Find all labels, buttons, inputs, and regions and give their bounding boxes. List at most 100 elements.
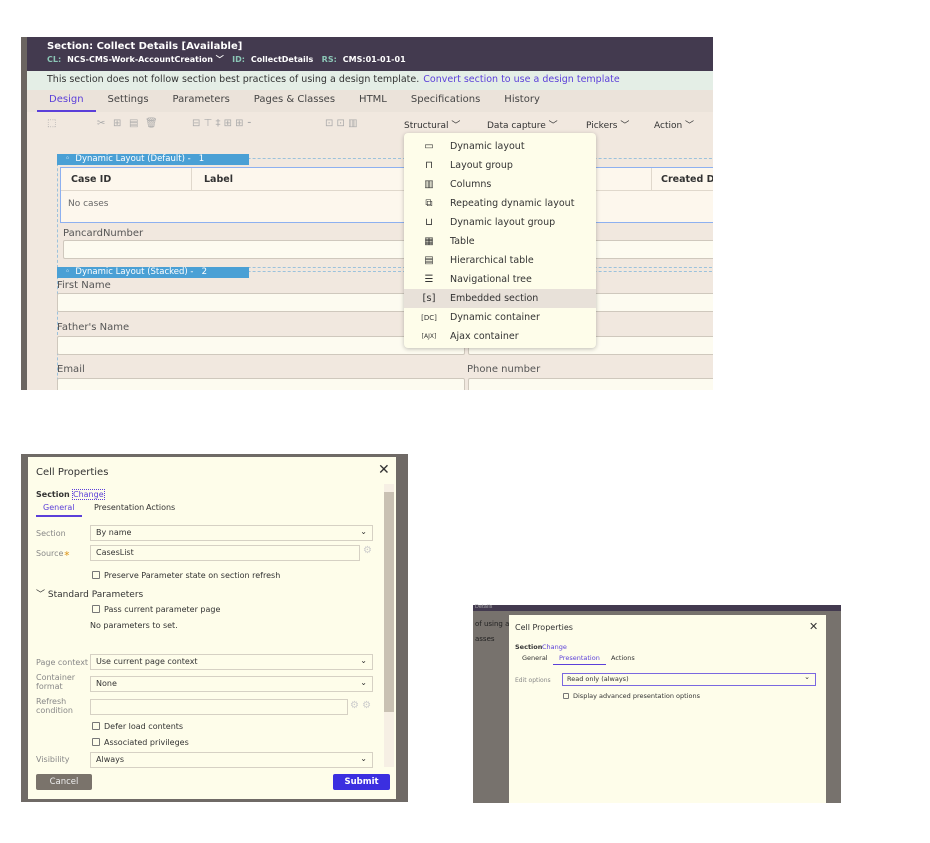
- tab-html[interactable]: HTML: [347, 90, 399, 112]
- fathers-name-label: Father's Name: [57, 322, 130, 333]
- layout-2-tag[interactable]: ◦ Dynamic Layout (Stacked) - 2: [57, 267, 249, 278]
- cell-properties-general-screenshot: Cell Properties ✕ Section Change General…: [21, 454, 408, 802]
- repeating-layout-icon: ⧉: [425, 198, 433, 209]
- menu-item-embedded-section[interactable]: [s] Embedded section: [404, 289, 596, 308]
- close-icon[interactable]: ✕: [378, 462, 390, 478]
- page-context-select[interactable]: Use current page context ⌄: [90, 654, 373, 670]
- refresh-condition-label: Refresh condition: [36, 697, 73, 715]
- tab-general[interactable]: General: [522, 654, 548, 662]
- pancard-input[interactable]: [63, 240, 713, 259]
- first-name-label: First Name: [57, 280, 111, 291]
- scrollbar[interactable]: [384, 484, 394, 767]
- edit-options-label: Edit options: [515, 677, 551, 684]
- menu-item-repeating-dynamic-layout[interactable]: ⧉ Repeating dynamic layout: [404, 194, 596, 213]
- background-header: [473, 605, 841, 611]
- structural-menu[interactable]: Structural ﹀: [404, 118, 460, 131]
- visibility-select[interactable]: Always ⌄: [90, 752, 373, 768]
- gear-icon[interactable]: ⚙: [363, 545, 372, 556]
- layout-group-icon: ⊓: [425, 160, 433, 171]
- change-link[interactable]: Change: [542, 643, 567, 651]
- cut-icon[interactable]: ✂: [97, 118, 105, 129]
- column-label[interactable]: Label: [204, 174, 233, 185]
- pass-page-checkbox[interactable]: Pass current parameter page: [92, 605, 220, 614]
- menu-item-layout-group[interactable]: ⊓ Layout group: [404, 156, 596, 175]
- phone-label: Phone number: [467, 364, 541, 375]
- tab-specifications[interactable]: Specifications: [399, 90, 492, 112]
- pickers-menu[interactable]: Pickers ﹀: [586, 118, 629, 131]
- background-details: Details: [475, 604, 493, 610]
- change-link[interactable]: Change: [72, 489, 105, 500]
- tab-presentation[interactable]: Presentation: [553, 654, 606, 665]
- column-case-id[interactable]: Case ID: [71, 174, 111, 185]
- menu-item-columns[interactable]: ▥ Columns: [404, 175, 596, 194]
- first-name-input[interactable]: [57, 293, 713, 312]
- menu-item-navigational-tree[interactable]: ☰ Navigational tree: [404, 270, 596, 289]
- advanced-options-checkbox[interactable]: Display advanced presentation options: [563, 692, 700, 700]
- menu-item-table[interactable]: ▦ Table: [404, 232, 596, 251]
- layout-group-add-icon: ⊔: [425, 217, 433, 228]
- menu-item-dynamic-layout[interactable]: ▭ Dynamic layout: [404, 137, 596, 156]
- row-icons[interactable]: ⊟ ⊤ ‡ ⊞ ⊞ ⁃: [192, 118, 252, 129]
- source-input[interactable]: CasesList: [90, 545, 360, 561]
- convert-link[interactable]: Convert section to use a design template: [423, 74, 619, 85]
- notice-text: This section does not follow section bes…: [47, 74, 420, 85]
- class-name[interactable]: NCS-CMS-Work-AccountCreation: [67, 55, 213, 64]
- tab-history[interactable]: History: [492, 90, 552, 112]
- section-title: Section: Collect Details: [47, 41, 179, 52]
- paste-icon[interactable]: ▤: [129, 118, 138, 129]
- copy-icon[interactable]: ⊞: [113, 118, 121, 129]
- refresh-condition-input[interactable]: [90, 699, 348, 715]
- close-icon[interactable]: ✕: [809, 620, 818, 633]
- structural-dropdown: ▭ Dynamic layout ⊓ Layout group ▥ Columns ⧉…: [404, 133, 596, 348]
- design-template-notice: This section does not follow section bes…: [27, 71, 713, 90]
- action-menu[interactable]: Action ﹀: [654, 118, 694, 131]
- section-field-label: Section: [36, 529, 66, 538]
- data-capture-menu[interactable]: Data capture ﹀: [487, 118, 558, 131]
- chevron-down-icon[interactable]: ﹀: [216, 55, 224, 64]
- empty-message: No cases: [68, 199, 109, 209]
- columns-icon: ▥: [424, 179, 434, 190]
- tab-settings[interactable]: Settings: [96, 90, 161, 112]
- phone-input[interactable]: [468, 378, 713, 390]
- email-input[interactable]: [57, 378, 465, 390]
- section-status: [Available]: [181, 41, 243, 52]
- ajax-container-icon: [AJX]: [421, 333, 437, 340]
- no-params-text: No parameters to set.: [90, 621, 178, 630]
- tab-actions[interactable]: Actions: [611, 654, 635, 662]
- submit-button[interactable]: Submit: [333, 774, 390, 790]
- editor-tabs: Design Settings Parameters Pages & Class…: [27, 90, 713, 112]
- dynamic-layout-2[interactable]: [57, 271, 713, 390]
- standard-parameters-header[interactable]: ﹀ Standard Parameters: [36, 587, 143, 600]
- preserve-checkbox[interactable]: Preserve Parameter state on section refr…: [92, 571, 280, 580]
- cancel-button[interactable]: Cancel: [36, 774, 92, 790]
- privileges-checkbox[interactable]: Associated privileges: [92, 738, 189, 747]
- gear-icon[interactable]: ⚙ ⚙: [350, 700, 371, 711]
- column-icons[interactable]: ⊡ ⊡ ▥: [325, 118, 358, 129]
- section-label: Section: [36, 490, 70, 499]
- tab-actions[interactable]: Actions: [146, 503, 175, 512]
- container-format-select[interactable]: None ⌄: [90, 676, 373, 692]
- section-header: Section: Collect Details [Available] CL:…: [27, 37, 713, 71]
- menu-item-dynamic-container[interactable]: [DC] Dynamic container: [404, 308, 596, 327]
- page-context-label: Page context: [36, 658, 89, 667]
- cell-properties-dialog: Cell Properties ✕ Section Change General…: [509, 615, 826, 803]
- menu-item-dynamic-layout-group[interactable]: ⊔ Dynamic layout group: [404, 213, 596, 232]
- defer-load-checkbox[interactable]: Defer load contents: [92, 722, 183, 731]
- column-created[interactable]: Created D: [661, 174, 713, 185]
- rs-label: RS:: [321, 55, 337, 64]
- layout-1-tag[interactable]: ◦ Dynamic Layout (Default) - 1: [57, 154, 249, 165]
- edit-options-select[interactable]: Read only (always) ⌄: [562, 673, 816, 686]
- tab-general[interactable]: General: [36, 503, 82, 517]
- section-select[interactable]: By name ⌄: [90, 525, 373, 541]
- menu-item-hierarchical-table[interactable]: ▤ Hierarchical table: [404, 251, 596, 270]
- ruleset: CMS:01-01-01: [342, 55, 406, 64]
- select-icon[interactable]: ⬚: [47, 118, 56, 129]
- visibility-label: Visibility: [36, 755, 70, 764]
- delete-icon[interactable]: 🗑: [145, 118, 158, 129]
- tab-design[interactable]: Design: [37, 90, 96, 112]
- tab-presentation[interactable]: Presentation: [94, 503, 144, 512]
- menu-item-ajax-container[interactable]: [AJX] Ajax container: [404, 327, 596, 346]
- tab-parameters[interactable]: Parameters: [161, 90, 242, 112]
- tab-pages-classes[interactable]: Pages & Classes: [242, 90, 347, 112]
- cell-properties-presentation-screenshot: Details of using a d asses Cell Properti…: [473, 604, 841, 803]
